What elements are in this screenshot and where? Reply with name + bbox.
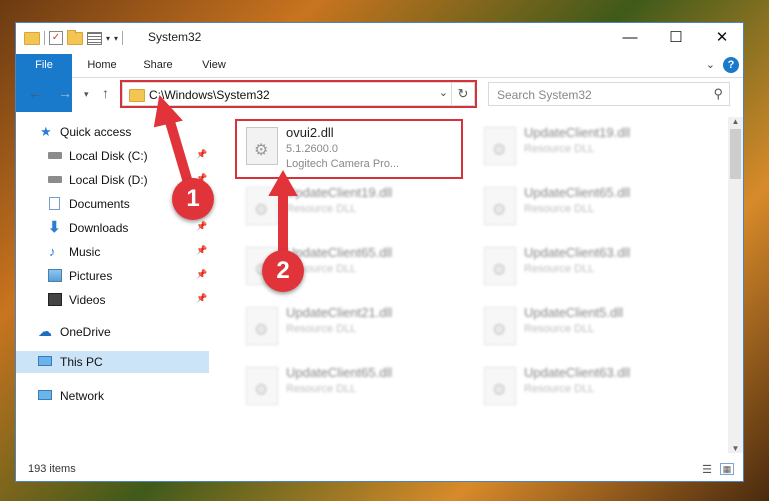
- nav-item-local-disk-c[interactable]: Local Disk (C:) 📌: [16, 145, 209, 167]
- tab-file[interactable]: File: [16, 54, 72, 112]
- file-item[interactable]: UpdateClient63.dll Resource DLL: [476, 241, 706, 299]
- customize-toolbar-icon[interactable]: ▾: [114, 34, 118, 43]
- dll-file-icon: [484, 367, 516, 405]
- pin-icon[interactable]: 📌: [196, 221, 207, 232]
- search-icon[interactable]: ⚲: [713, 86, 723, 102]
- tab-share[interactable]: Share: [134, 54, 182, 77]
- file-item[interactable]: UpdateClient19.dll Resource DLL: [238, 181, 468, 239]
- cloud-icon: ☁: [38, 323, 52, 339]
- tab-home[interactable]: Home: [78, 54, 126, 77]
- close-button[interactable]: ✕: [699, 23, 743, 53]
- divider: [44, 31, 45, 45]
- pin-icon[interactable]: 📌: [196, 269, 207, 280]
- properties-check-icon[interactable]: ✓: [49, 31, 63, 45]
- nav-item-downloads[interactable]: ⬇ Downloads 📌: [16, 217, 209, 239]
- scroll-down-icon[interactable]: ▼: [728, 444, 743, 453]
- pin-icon[interactable]: 📌: [196, 293, 207, 304]
- minimize-button[interactable]: —: [607, 23, 653, 53]
- computer-icon: [38, 356, 52, 366]
- ribbon-tabs: File Home Share View ⌄ ?: [16, 54, 743, 112]
- file-item[interactable]: UpdateClient65.dll Resource DLL: [476, 181, 706, 239]
- status-bar: 193 items ☰ ▦: [16, 459, 743, 481]
- quick-access-toolbar: ✓ ▾ ▾: [24, 29, 124, 47]
- search-placeholder[interactable]: Search System32: [497, 88, 592, 102]
- music-icon: ♪: [49, 244, 56, 259]
- file-item[interactable]: UpdateClient63.dll Resource DLL: [476, 361, 706, 419]
- nav-item-quick-access[interactable]: ★ Quick access: [16, 121, 209, 143]
- nav-item-pictures[interactable]: Pictures 📌: [16, 265, 209, 287]
- divider: [122, 31, 124, 45]
- address-highlight-box: [120, 80, 477, 108]
- large-icons-view-icon[interactable]: ▦: [720, 463, 734, 475]
- dll-file-icon: [246, 367, 278, 405]
- folder-icon: [24, 31, 40, 45]
- drive-icon: [48, 176, 62, 183]
- window-title: System32: [148, 30, 202, 44]
- explorer-window: ✓ ▾ ▾ System32 — ☐ ✕ File Home Share Vie…: [15, 22, 744, 482]
- title-bar: ✓ ▾ ▾ System32 — ☐ ✕: [16, 23, 743, 53]
- documents-icon: [49, 197, 60, 210]
- dll-file-icon: [484, 127, 516, 165]
- chevron-down-icon[interactable]: ▾: [106, 34, 110, 43]
- help-button[interactable]: ?: [723, 57, 739, 73]
- new-folder-icon[interactable]: [67, 29, 83, 45]
- navigation-pane: ★ Quick access Local Disk (C:) 📌 Local D…: [16, 117, 209, 447]
- expand-ribbon-icon[interactable]: ⌄: [706, 58, 715, 71]
- nav-item-music[interactable]: ♪ Music 📌: [16, 241, 209, 263]
- step-2-badge: 2: [262, 250, 304, 292]
- details-view-icon[interactable]: ☰: [700, 463, 714, 476]
- drive-icon: [48, 152, 62, 159]
- file-item[interactable]: UpdateClient19.dll Resource DLL: [476, 121, 706, 179]
- nav-item-network[interactable]: Network: [16, 385, 209, 407]
- tab-view[interactable]: View: [190, 54, 238, 77]
- dll-file-icon: [246, 307, 278, 345]
- forward-arrow-icon[interactable]: →: [58, 85, 72, 101]
- file-item[interactable]: UpdateClient21.dll Resource DLL: [238, 301, 468, 359]
- dll-file-icon: [484, 247, 516, 285]
- vertical-scrollbar[interactable]: ▲ ▼: [728, 117, 743, 453]
- dll-file-icon: [246, 187, 278, 225]
- scroll-up-icon[interactable]: ▲: [728, 117, 743, 126]
- file-item[interactable]: UpdateClient65.dll Resource DLL: [238, 361, 468, 419]
- network-icon: [38, 390, 52, 400]
- file-highlight-box: [235, 119, 463, 179]
- file-item[interactable]: UpdateClient5.dll Resource DLL: [476, 301, 706, 359]
- pin-icon[interactable]: 📌: [196, 149, 207, 160]
- pin-icon[interactable]: 📌: [196, 245, 207, 256]
- nav-item-videos[interactable]: Videos 📌: [16, 289, 209, 311]
- scroll-thumb[interactable]: [730, 129, 741, 179]
- recent-locations-icon[interactable]: ▾: [84, 89, 89, 100]
- search-box[interactable]: Search System32 ⚲: [488, 82, 730, 106]
- nav-item-this-pc[interactable]: This PC: [16, 351, 209, 373]
- pictures-icon: [48, 269, 62, 282]
- item-count: 193 items: [28, 463, 76, 475]
- dll-file-icon: [484, 307, 516, 345]
- back-arrow-icon[interactable]: ←: [28, 85, 42, 101]
- maximize-button[interactable]: ☐: [653, 23, 699, 53]
- videos-icon: [48, 293, 62, 306]
- download-icon: ⬇: [48, 219, 61, 236]
- up-arrow-icon[interactable]: ↑: [102, 85, 109, 101]
- dll-file-icon: [484, 187, 516, 225]
- properties-icon[interactable]: [87, 31, 102, 45]
- step-1-badge: 1: [172, 178, 214, 220]
- nav-item-onedrive[interactable]: ☁ OneDrive: [16, 321, 209, 343]
- star-icon: ★: [40, 124, 52, 139]
